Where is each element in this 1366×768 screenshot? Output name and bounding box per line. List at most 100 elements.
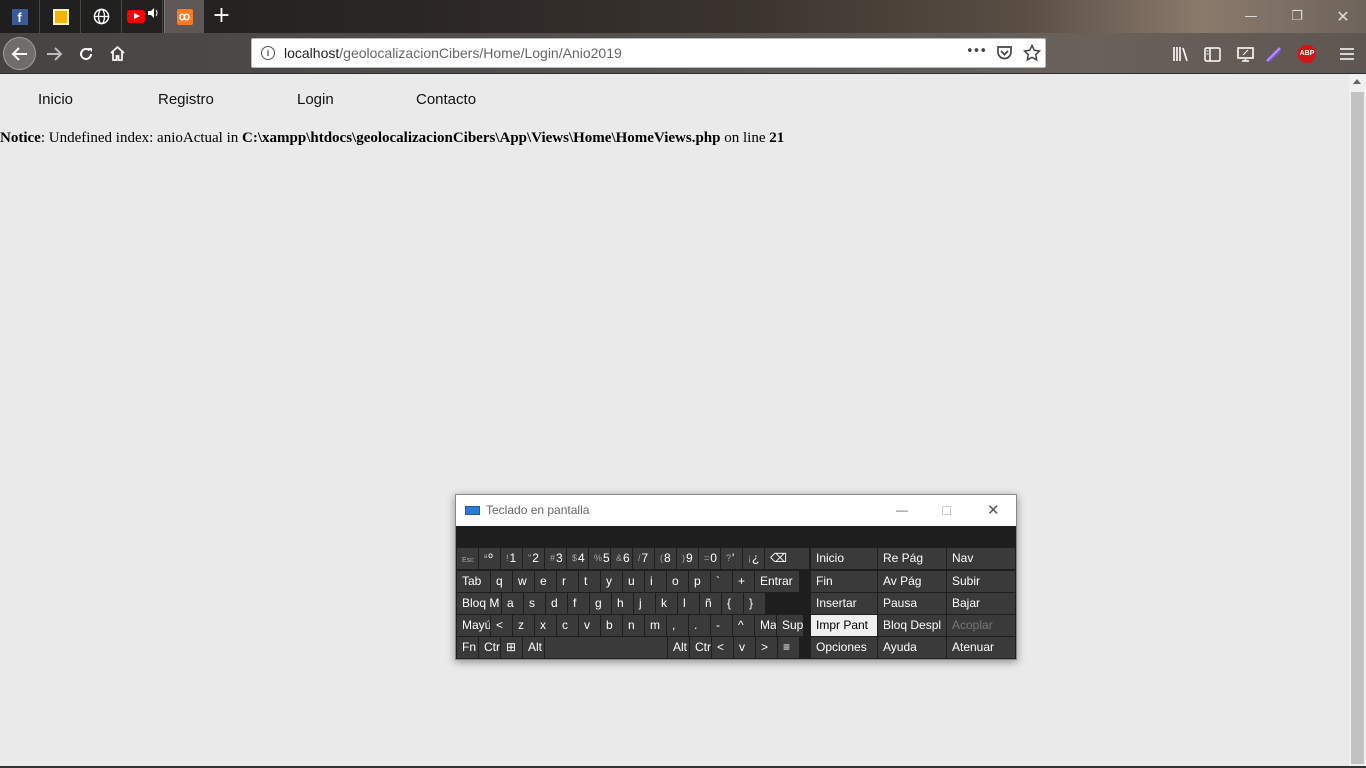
osk-key[interactable]: Acoplar <box>947 615 1015 636</box>
osk-key[interactable]: , <box>667 615 688 636</box>
osk-key[interactable]: %5 <box>589 548 610 569</box>
osk-key[interactable]: t <box>579 571 600 592</box>
tab-facebook[interactable]: f <box>0 0 40 33</box>
tab-notes[interactable] <box>41 0 81 33</box>
osk-key[interactable]: + <box>733 571 754 592</box>
osk-key[interactable]: Nav <box>947 548 1015 569</box>
page-actions-icon[interactable]: ••• <box>966 38 987 66</box>
osk-key[interactable]: d <box>546 593 567 614</box>
osk-key[interactable]: } <box>744 593 765 614</box>
osk-key[interactable]: Ma <box>755 615 776 636</box>
osk-key[interactable]: v <box>579 615 600 636</box>
speaker-icon[interactable] <box>147 7 159 19</box>
tab-youtube[interactable] <box>123 0 163 33</box>
restore-button[interactable]: ❐ <box>1274 0 1320 33</box>
osk-key[interactable]: Tab <box>457 571 490 592</box>
osk-close-button[interactable]: ✕ <box>987 495 1000 526</box>
osk-key[interactable]: e <box>535 571 556 592</box>
osk-key[interactable]: q <box>491 571 512 592</box>
osk-key[interactable]: Supr <box>777 615 803 636</box>
osk-key[interactable]: Ctr <box>479 637 500 658</box>
osk-key[interactable]: j <box>634 593 655 614</box>
osk-key[interactable]: u <box>623 571 644 592</box>
osk-key[interactable]: k <box>656 593 677 614</box>
osk-key[interactable]: . <box>689 615 710 636</box>
osk-key[interactable]: r <box>557 571 578 592</box>
osk-key[interactable]: Alt <box>668 637 689 658</box>
tab-xampp[interactable]: ꝏ <box>164 0 204 33</box>
tab-globe[interactable] <box>82 0 122 33</box>
osk-key[interactable]: - <box>711 615 732 636</box>
url-bar[interactable]: i localhost/geolocalizacionCibers/Home/L… <box>251 38 1046 68</box>
osk-key[interactable]: ^ <box>733 615 754 636</box>
osk-key[interactable]: Alt <box>523 637 544 658</box>
osk-key[interactable]: i <box>645 571 666 592</box>
scroll-up-arrow-icon[interactable] <box>1353 79 1361 84</box>
home-button[interactable] <box>101 37 134 70</box>
close-window-button[interactable]: ✕ <box>1320 0 1366 33</box>
osk-key[interactable]: o <box>667 571 688 592</box>
osk-key[interactable]: Entrar <box>755 571 799 592</box>
osk-key[interactable]: "2 <box>523 548 544 569</box>
osk-key[interactable]: Inicio <box>811 548 877 569</box>
osk-key[interactable]: Fn <box>457 637 478 658</box>
osk-key[interactable]: Re Pág <box>878 548 946 569</box>
nav-link-inicio[interactable]: Inicio <box>38 91 73 108</box>
osk-key[interactable]: =0 <box>699 548 720 569</box>
osk-key[interactable]: c <box>557 615 578 636</box>
osk-key[interactable]: z <box>513 615 534 636</box>
osk-key[interactable]: ªº <box>479 548 500 569</box>
osk-key[interactable]: p <box>689 571 710 592</box>
osk-key[interactable]: ⊞ <box>501 637 522 658</box>
osk-key[interactable]: ?' <box>721 548 742 569</box>
osk-key[interactable]: Bloq Despl <box>878 615 946 636</box>
scrollbar-thumb[interactable] <box>1351 92 1364 764</box>
osk-key[interactable]: Impr Pant <box>811 615 877 636</box>
library-button[interactable] <box>1171 44 1191 64</box>
osk-key[interactable]: Bajar <box>947 593 1015 614</box>
osk-key[interactable]: ≡ <box>778 637 799 658</box>
adblock-plus-button[interactable]: ABP <box>1297 44 1317 64</box>
nav-link-contacto[interactable]: Contacto <box>416 91 476 108</box>
osk-key[interactable]: < <box>491 615 512 636</box>
osk-key[interactable]: { <box>722 593 743 614</box>
osk-key[interactable]: y <box>601 571 622 592</box>
osk-key[interactable]: w <box>513 571 534 592</box>
reload-button[interactable] <box>69 37 102 70</box>
osk-key[interactable]: $4 <box>567 548 588 569</box>
osk-key[interactable]: g <box>590 593 611 614</box>
osk-key[interactable]: Mayú <box>457 615 490 636</box>
osk-key[interactable]: s <box>524 593 545 614</box>
osk-key[interactable]: v <box>734 637 755 658</box>
osk-key[interactable]: ¡¿ <box>743 548 764 569</box>
nav-link-login[interactable]: Login <box>297 91 334 108</box>
osk-key[interactable]: a <box>502 593 523 614</box>
osk-key[interactable]: x <box>535 615 556 636</box>
osk-key[interactable]: Subir <box>947 571 1015 592</box>
osk-key[interactable]: Av Pág <box>878 571 946 592</box>
osk-key[interactable]: !1 <box>501 548 522 569</box>
osk-key[interactable]: )9 <box>677 548 698 569</box>
osk-key[interactable]: ñ <box>700 593 721 614</box>
new-tab-button[interactable]: + <box>205 0 238 33</box>
osk-key[interactable]: ⌫ <box>765 548 809 569</box>
osk-key[interactable]: Opciones <box>811 637 877 658</box>
sidebar-button[interactable] <box>1202 44 1222 64</box>
osk-key[interactable] <box>545 637 667 658</box>
bookmark-star-icon[interactable] <box>1023 44 1041 62</box>
osk-key[interactable]: Esc <box>457 548 478 569</box>
osk-key[interactable]: f <box>568 593 589 614</box>
osk-key[interactable]: Atenuar <box>947 637 1015 658</box>
menu-button[interactable] <box>1337 44 1357 64</box>
osk-key[interactable]: Insertar <box>811 593 877 614</box>
osk-key[interactable]: Pausa <box>878 593 946 614</box>
nav-link-registro[interactable]: Registro <box>158 91 214 108</box>
color-extension-button[interactable] <box>1264 44 1284 64</box>
osk-key[interactable]: n <box>623 615 644 636</box>
vertical-scrollbar[interactable] <box>1349 74 1366 766</box>
osk-key[interactable]: > <box>756 637 777 658</box>
forward-button[interactable] <box>37 37 70 70</box>
osk-key[interactable]: #3 <box>545 548 566 569</box>
osk-key[interactable]: < <box>712 637 733 658</box>
osk-titlebar[interactable]: Teclado en pantalla — ✕ <box>456 495 1016 526</box>
